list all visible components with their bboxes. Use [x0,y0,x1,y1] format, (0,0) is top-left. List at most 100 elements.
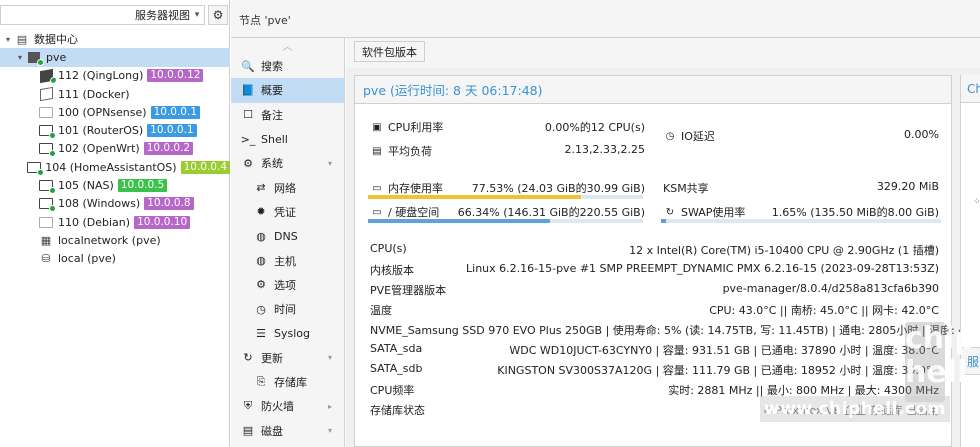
nav-item-label: 网络 [274,181,296,195]
system-icon: ⚙ [243,156,253,170]
network-icon: ▦ [40,233,52,247]
view-select-value: 服务器视图 [135,9,190,22]
node-menu: ︿ 🔍 搜索 📘 概要 ☐ 备注 >_ Shell ⚙ 系统 ▾ ⇄ 网络 ✹ 凭证 ◍ DNS ◍ 主机 ⚙ 选项 ◷ 时… [231,38,345,447]
nav-item-label: DNS [274,229,298,243]
tree-item-label: localnetwork (pve) [58,233,161,247]
tree-item-label: 102 (OpenWrt) [58,142,140,156]
tree-item[interactable]: 101 (RouterOS) 10.0.0.1 [0,121,230,140]
container-running-icon [38,68,57,85]
expand-toggle-icon[interactable]: ▾ [14,53,26,62]
ksm-label: KSM共享 [663,182,709,195]
info-label-cpus: CPU(s) [370,242,407,255]
nav-item-label: Shell [261,132,288,146]
info-label-nvme: NVME_Samsung SSD 970 EVO Plus 250GB | 使用… [370,324,980,337]
network-icon: ⇄ [256,181,266,195]
repositories-icon: ⎘ [256,375,266,388]
swap-usage-label: ↻ SWAP使用率 [663,204,746,220]
info-label-repo-status: 存储库状态 [370,404,425,417]
node-header: 节点 'pve' [231,0,980,38]
hdd-icon: ▭ [372,206,382,218]
view-select[interactable]: 服务器视图 ▾ [0,5,205,25]
info-label-sata-sda: SATA_sda [370,342,423,355]
nav-item-label: 选项 [274,278,296,292]
tree-item-label: 100 (OPNsense) [58,105,147,119]
tree-item[interactable]: 102 (OpenWrt) 10.0.0.2 [0,140,230,158]
loading-icon: ⁘ [973,197,980,207]
info-label-pve-manager: PVE管理器版本 [370,284,447,297]
tree-item-label: 112 (QingLong) [58,69,144,83]
nav-item-dns[interactable]: ◍ DNS [231,224,344,248]
scroll-up-icon[interactable]: ︿ [231,38,344,54]
tree-item[interactable]: ▦ localnetwork (pve) [0,231,230,249]
info-value-pve-manager: pve-manager/8.0.4/d258a813cfa6b390 [722,282,939,295]
nav-item-search[interactable]: 🔍 搜索 [231,54,344,78]
refresh-icon: ↻ [665,206,675,218]
info-value-kernel: Linux 6.2.16-15-pve #1 SMP PREEMPT_DYNAM… [466,262,939,275]
dns-icon: ◍ [256,229,266,243]
tree-item[interactable]: 111 (Docker) [0,85,230,103]
tree-item[interactable]: 105 (NAS) 10.0.0.5 [0,176,230,195]
swap-usage-value: 1.65% (135.50 MiB的8.00 GiB) [771,206,939,219]
ip-badge: 10.0.0.4 [180,160,230,174]
nav-item-summary[interactable]: 📘 概要 [231,78,344,103]
tree-item[interactable]: ▾ pve [0,48,230,67]
content-toolbar: 软件包版本 [346,38,980,68]
tree-item[interactable]: 100 (OPNsense) 10.0.0.1 [0,103,230,121]
tree-item[interactable]: ⛁ local (pve) [0,250,230,268]
expand-caret-icon[interactable]: ▾ [328,426,332,435]
info-label-cpu-freq: CPU频率 [370,384,415,397]
tree-item[interactable]: 108 (Windows) 10.0.0.8 [0,195,230,213]
cpu-usage-value: 0.00%的12 CPU(s) [544,121,645,134]
tree-item-label: 111 (Docker) [58,87,130,101]
info-value-sata-sda: WDC WD10JUCT-63CYNY0 | 容量: 931.51 GB | 已… [509,344,939,357]
certificates-icon: ✹ [256,205,266,219]
right-side-panel: Ch ⁘ 服 [960,75,980,447]
vm-running-icon [38,197,56,213]
nav-item-label: 备注 [261,108,283,122]
status-panel-title: pve (运行时间: 8 天 06:17:48) [363,83,543,98]
nav-item-options[interactable]: ⚙ 选项 [231,273,344,297]
nav-item-label: 磁盘 [261,424,283,438]
nav-item-network[interactable]: ⇄ 网络 [231,175,344,199]
nav-item-label: 概要 [261,84,283,98]
notes-icon: ☐ [243,108,253,122]
nav-item-syslog[interactable]: ☰ Syslog [231,321,344,345]
nav-item-shell[interactable]: >_ Shell [231,127,344,151]
disks-icon: ▤ [242,424,254,438]
tree-item-label: 101 (RouterOS) [58,124,144,138]
tree-item[interactable]: 104 (HomeAssistantOS) 10.0.0.4 [0,158,230,176]
nav-item-hosts[interactable]: ◍ 主机 [231,248,344,272]
expand-caret-icon[interactable]: ▸ [328,402,332,411]
tree-item[interactable]: 112 (QingLong) 10.0.0.12 [0,67,230,85]
chevron-down-icon: ▾ [194,10,200,20]
nav-item-label: 时间 [274,303,296,317]
search-icon: 🔍 [241,59,255,73]
nav-item-firewall[interactable]: ⛨ 防火墙 ▸ [231,394,344,418]
nav-item-system[interactable]: ⚙ 系统 ▾ [231,151,344,175]
nav-item-updates[interactable]: ↻ 更新 ▾ [231,346,344,370]
nav-item-notes[interactable]: ☐ 备注 [231,103,344,127]
vm-running-icon [38,179,56,195]
io-delay-value: 0.00% [904,128,939,141]
cpu-usage-label: ▣ CPU利用率 [370,119,443,135]
expand-caret-icon[interactable]: ▾ [328,353,332,362]
disk-space-label: ▭ / 硬盘空间 [370,204,439,220]
disk-space-bar-fill [368,219,551,223]
nav-item-time[interactable]: ◷ 时间 [231,297,344,321]
storage-icon: ⛁ [41,252,51,266]
ip-badge: 10.0.0.2 [143,142,194,156]
nav-item-repositories[interactable]: ⎘ 存储库 [231,370,344,394]
nav-item-label: 存储库 [274,376,307,389]
nav-item-label: 更新 [261,351,283,365]
expand-caret-icon[interactable]: ▾ [328,159,332,168]
vm-stopped-icon [38,106,54,119]
nav-item-certificates[interactable]: ✹ 凭证 [231,200,344,224]
gear-icon[interactable]: ⚙ [208,5,228,25]
summary-icon: 📘 [241,83,255,97]
tree-item[interactable]: 110 (Debian) 10.0.0.10 [0,213,230,231]
expand-toggle-icon[interactable]: ▾ [2,35,14,44]
nav-item-disks[interactable]: ▤ 磁盘 ▾ [231,418,344,442]
tree-item[interactable]: ▾ ▤ 数据中心 [0,30,230,48]
package-versions-button[interactable]: 软件包版本 [354,41,425,62]
memory-icon: ▭ [372,182,382,194]
